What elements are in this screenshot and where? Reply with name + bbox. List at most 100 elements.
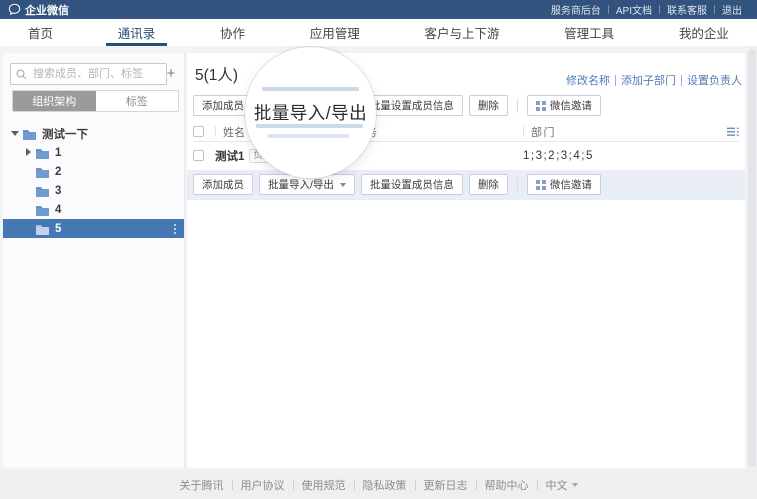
button-label: 批量设置成员信息	[370, 98, 454, 113]
row-checkbox[interactable]	[193, 150, 204, 161]
button-label: 批量导入/导出	[268, 177, 334, 192]
divider	[215, 126, 216, 137]
tree-item-label: 5	[55, 223, 61, 235]
tab-org-structure[interactable]: 组织架构	[13, 91, 96, 111]
topbar-link-logout[interactable]: 退出	[715, 2, 749, 17]
chevron-down-icon	[572, 483, 578, 487]
delete-button[interactable]: 删除	[469, 95, 508, 116]
footer-link-help-center[interactable]: 帮助中心	[477, 477, 537, 493]
magnifier-loupe: 批量导入/导出	[245, 47, 376, 178]
search-row: +	[10, 63, 181, 85]
footer-link-privacy-policy[interactable]: 隐私政策	[355, 477, 415, 493]
button-label: 删除	[478, 98, 499, 113]
magnified-edge	[262, 87, 359, 91]
topbar-link-provider-console[interactable]: 服务商后台	[544, 2, 608, 17]
scrollbar-thumb[interactable]	[748, 49, 756, 467]
batch-set-info-button[interactable]: 批量设置成员信息	[361, 95, 463, 116]
footer-link-usage-rules[interactable]: 使用规范	[294, 477, 354, 493]
department-title: 5(1人)	[195, 63, 238, 85]
chat-bubble-icon	[8, 3, 21, 16]
footer-link-changelog[interactable]: 更新日志	[416, 477, 476, 493]
wechat-invite-button[interactable]: 微信邀请	[527, 95, 601, 116]
tree-item-label: 2	[55, 166, 61, 178]
folder-icon	[36, 205, 49, 216]
expander-spacer	[24, 205, 33, 214]
folder-icon	[36, 224, 49, 235]
wechat-invite-button[interactable]: 微信邀请	[527, 174, 601, 195]
org-tree: 测试一下 1 2 3 4 5	[3, 124, 184, 238]
tree-item-1[interactable]: 1	[3, 143, 184, 162]
expand-icon[interactable]	[24, 148, 33, 157]
button-label: 微信邀请	[550, 177, 592, 192]
divider	[681, 75, 682, 86]
contacts-sidebar: + 组织架构 标签 测试一下 1 2 3 4	[3, 53, 185, 468]
button-label: 删除	[478, 177, 499, 192]
search-input[interactable]	[10, 63, 167, 85]
magnified-edge	[268, 134, 349, 138]
magnified-text: 批量导入/导出	[245, 100, 376, 125]
topbar-links: 服务商后台 API文档 联系客服 退出	[544, 2, 749, 17]
tree-item-5[interactable]: 5	[3, 219, 184, 238]
topbar-link-contact-support[interactable]: 联系客服	[660, 2, 714, 17]
department-actions: 修改名称 添加子部门 设置负责人	[566, 72, 742, 88]
tab-labels[interactable]: 标签	[96, 91, 179, 111]
add-department-button[interactable]: +	[163, 65, 179, 83]
tree-item-4[interactable]: 4	[3, 200, 184, 219]
delete-button[interactable]: 删除	[469, 174, 508, 195]
tree-item-label: 4	[55, 204, 61, 216]
language-selector[interactable]: 中文	[538, 477, 586, 493]
tree-item-label: 测试一下	[42, 126, 88, 142]
rename-link[interactable]: 修改名称	[566, 72, 610, 88]
column-settings-icon[interactable]	[727, 127, 739, 137]
expander-spacer	[24, 186, 33, 195]
button-label: 批量设置成员信息	[370, 177, 454, 192]
nav-tab-contacts[interactable]: 通讯录	[106, 19, 168, 46]
divider	[523, 126, 524, 137]
batch-set-info-button[interactable]: 批量设置成员信息	[361, 174, 463, 195]
folder-icon	[36, 186, 49, 197]
tree-item-3[interactable]: 3	[3, 181, 184, 200]
column-header-name: 姓名	[223, 124, 245, 140]
app-logo[interactable]: 企业微信	[8, 2, 69, 18]
tree-item-root[interactable]: 测试一下	[3, 124, 184, 143]
column-header-department: 部门	[531, 124, 556, 140]
nav-tab-collaboration[interactable]: 协作	[208, 19, 257, 46]
divider	[517, 178, 518, 192]
tree-item-label: 1	[55, 147, 61, 159]
add-sub-department-link[interactable]: 添加子部门	[621, 72, 676, 88]
page-footer: 关于腾讯 用户协议 使用规范 隐私政策 更新日志 帮助中心 中文	[0, 470, 757, 499]
qr-code-icon	[536, 101, 546, 111]
add-member-button[interactable]: 添加成员	[193, 95, 253, 116]
footer-link-user-agreement[interactable]: 用户协议	[233, 477, 293, 493]
nav-tab-admin-tools[interactable]: 管理工具	[552, 19, 626, 46]
add-member-button[interactable]: 添加成员	[193, 174, 253, 195]
divider	[615, 75, 616, 86]
tree-item-label: 3	[55, 185, 61, 197]
member-panel: 5(1人) 修改名称 添加子部门 设置负责人 添加成员 批量导入/导出 批量设置…	[187, 53, 745, 468]
set-manager-link[interactable]: 设置负责人	[687, 72, 742, 88]
language-label: 中文	[546, 477, 568, 493]
button-label: 添加成员	[202, 98, 244, 113]
button-label: 微信邀请	[550, 98, 592, 113]
top-bar: 企业微信 服务商后台 API文档 联系客服 退出	[0, 0, 757, 19]
divider	[517, 99, 518, 113]
footer-link-about-tencent[interactable]: 关于腾讯	[172, 477, 232, 493]
member-toolbar-bottom: 添加成员 批量导入/导出 批量设置成员信息 删除 微信邀请	[193, 174, 601, 195]
folder-icon	[36, 148, 49, 159]
member-name: 测试1	[215, 148, 244, 164]
select-all-checkbox[interactable]	[193, 126, 204, 137]
nav-tab-customers[interactable]: 客户与上下游	[412, 19, 511, 46]
nav-tab-my-company[interactable]: 我的企业	[667, 19, 741, 46]
sidebar-tabs: 组织架构 标签	[12, 90, 179, 112]
topbar-link-api-docs[interactable]: API文档	[609, 2, 659, 17]
expander-spacer	[24, 167, 33, 176]
search-icon	[16, 69, 27, 80]
folder-icon	[36, 167, 49, 178]
nav-tab-home[interactable]: 首页	[16, 19, 65, 46]
more-options-icon[interactable]	[174, 224, 176, 234]
qr-code-icon	[536, 180, 546, 190]
app-logo-text: 企业微信	[25, 2, 69, 18]
tree-item-2[interactable]: 2	[3, 162, 184, 181]
nav-tab-app-management[interactable]: 应用管理	[298, 19, 372, 46]
collapse-icon[interactable]	[11, 129, 20, 138]
